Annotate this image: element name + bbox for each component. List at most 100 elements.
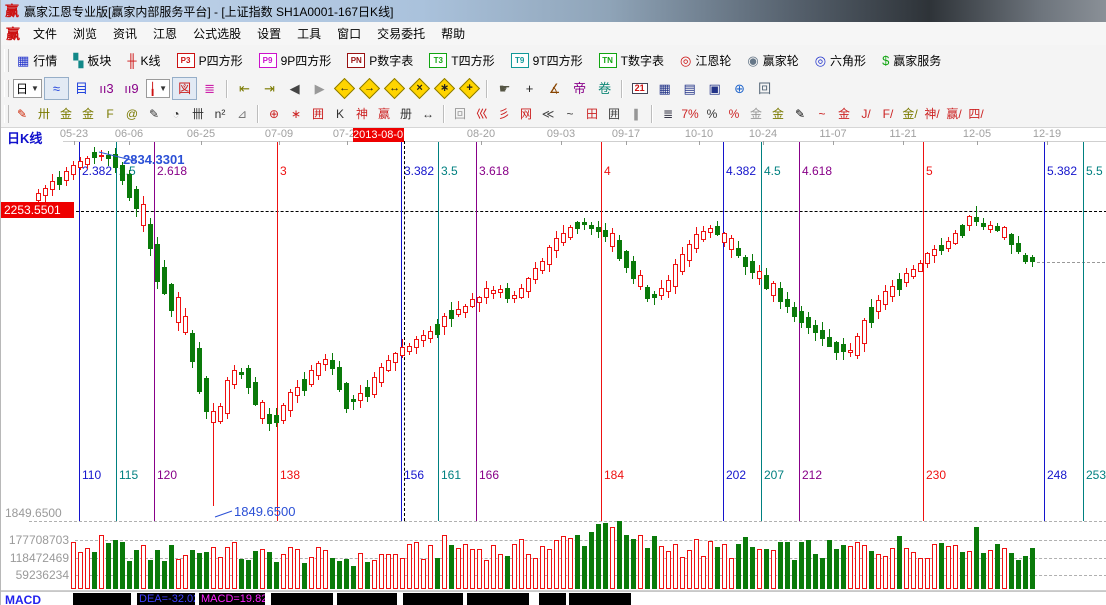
volume-profile-icon[interactable]: ≣ [198,78,221,99]
shift-left-icon[interactable]: ← [333,78,356,99]
gold-circle-tool[interactable]: 金 [745,104,767,124]
tb1-t-number-table-button[interactable]: TNT数字表 [593,50,670,71]
calendar-icon[interactable]: 21 [628,78,651,99]
k-mark-tool[interactable]: K [329,104,351,124]
scale-tool[interactable]: ≣ [657,104,679,124]
menu-formula-picker[interactable]: 公式选股 [185,24,249,44]
gann-fib-line[interactable] [761,142,762,521]
gann-grid-icon[interactable]: 図 [173,78,196,99]
pencil-tool[interactable]: ✎ [143,104,165,124]
percent-tool[interactable]: % [701,104,723,124]
menu-browse[interactable]: 浏览 [65,24,105,44]
tb1-t-square-button[interactable]: T3T四方形 [423,50,500,71]
grid-123-tool[interactable]: 册 [395,104,417,124]
clock-tool[interactable]: ◔ [165,104,187,124]
notes-icon[interactable]: ▤ [678,78,701,99]
gann-fib-line[interactable] [799,142,800,521]
spiral-tool[interactable]: @ [121,104,143,124]
cross-lines-icon[interactable]: + [458,78,481,99]
bar-width-tool[interactable]: ↔ [417,104,439,124]
crosshair-icon[interactable]: + [518,78,541,99]
menu-news[interactable]: 资讯 [105,24,145,44]
fan-tool[interactable]: ≪ [537,104,559,124]
angle-ruler-tool[interactable]: ⊿ [231,104,253,124]
seven-percent-tool[interactable]: 7% [679,104,701,124]
gold-line-tool[interactable]: 金 [767,104,789,124]
rays2-tool[interactable]: 彡 [493,104,515,124]
info-board-icon[interactable]: 目 [70,78,93,99]
bars-9-icon[interactable]: ıı9 [120,78,143,99]
prev-bar-icon[interactable]: ◀ [283,78,306,99]
red-wave-tool[interactable]: ~ [811,104,833,124]
bars-3-icon[interactable]: ıı3 [95,78,118,99]
gann-fib-line[interactable] [79,142,80,521]
tb1-winner-wheel-button[interactable]: ◉赢家轮 [741,50,804,71]
period-selector[interactable]: 日▼ [13,79,42,98]
indicator-name-label[interactable]: MACD [5,593,41,605]
menu-trade[interactable]: 交易委托 [369,24,433,44]
j-angle-tool[interactable]: J/ [855,104,877,124]
gann-fib-line[interactable] [476,142,477,521]
remote-data-icon[interactable]: 回 [753,78,776,99]
grid-a-tool[interactable]: 田 [581,104,603,124]
purple-tool-icon[interactable]: 帝 [568,78,591,99]
zoom-horizontal-icon[interactable]: ↔ [383,78,406,99]
tb1-kline-button[interactable]: ╫K线 [121,50,166,71]
first-bar-icon[interactable]: ⇤ [233,78,256,99]
menu-settings[interactable]: 设置 [249,24,289,44]
tb1-gann-wheel-button[interactable]: ◎江恩轮 [674,50,737,71]
gann-fib-line[interactable] [154,142,155,521]
tb1-quotes-button[interactable]: ▦行情 [11,50,63,71]
web-update-icon[interactable]: ⊕ [728,78,751,99]
shift-right-icon[interactable]: → [358,78,381,99]
menu-gann[interactable]: 江恩 [145,24,185,44]
gann-fib-line[interactable] [601,142,602,521]
ying-angle-tool[interactable]: 赢/ [943,104,965,124]
knife-tool[interactable]: ✎ [11,104,33,124]
shen-angle-tool[interactable]: 神/ [921,104,943,124]
tb1-9t-square-button[interactable]: T99T四方形 [505,50,589,71]
tb1-sectors-button[interactable]: ▚板块 [67,50,117,71]
star-tool-icon[interactable]: ∗ [433,78,456,99]
menu-window[interactable]: 窗口 [329,24,369,44]
candle-style-selector[interactable]: ╽▼ [146,79,170,98]
comb-tool[interactable]: 卅 [33,104,55,124]
tb1-p-square-button[interactable]: P3P四方形 [171,50,249,71]
close-lines-icon[interactable]: × [408,78,431,99]
wave-tool[interactable]: ~ [559,104,581,124]
box-grid-tool[interactable]: 回 [449,104,471,124]
hand-tool-icon[interactable]: ☛ [493,78,516,99]
next-bar-icon[interactable]: ▶ [308,78,331,99]
tb1-winner-service-button[interactable]: $赢家服务 [876,50,947,71]
gann-fib-line[interactable] [116,142,117,521]
high-annotation-label[interactable]: 2834.3301 [123,152,184,167]
tb1-hexagon-button[interactable]: ◎六角形 [809,50,872,71]
web-grid-tool[interactable]: 囲 [307,104,329,124]
circle-cross-tool[interactable]: ⊕ [263,104,285,124]
low-annotation-label[interactable]: 1849.6500 [234,504,295,519]
tb1-p-number-table-button[interactable]: PNP数字表 [341,50,419,71]
f-angle-tool[interactable]: F/ [877,104,899,124]
gold-grid2-tool[interactable]: 金 [77,104,99,124]
menu-help[interactable]: 帮助 [433,24,473,44]
gold-grid-tool[interactable]: 金 [55,104,77,124]
gold-angle-tool[interactable]: 金/ [899,104,921,124]
save-icon[interactable]: ▣ [703,78,726,99]
percent-line-tool[interactable]: % [723,104,745,124]
si-angle-tool[interactable]: 四/ [965,104,987,124]
last-bar-icon[interactable]: ⇥ [258,78,281,99]
n-square-tool[interactable]: n² [209,104,231,124]
shen-tool[interactable]: 神 [351,104,373,124]
rays-tool[interactable]: 巛 [471,104,493,124]
teal-tool-icon[interactable]: 卷 [593,78,616,99]
grid-b-tool[interactable]: 囲 [603,104,625,124]
gold-red-tool[interactable]: 金 [833,104,855,124]
gann-fib-line[interactable] [723,142,724,521]
tally-tool[interactable]: 卌 [187,104,209,124]
gann-fib-line[interactable] [277,142,278,521]
gann-fib-line[interactable] [401,142,402,521]
net-tool[interactable]: 网 [515,104,537,124]
pen-tool[interactable]: ✎ [789,104,811,124]
angle-tool-icon[interactable]: ∡ [543,78,566,99]
menu-file[interactable]: 文件 [25,24,65,44]
